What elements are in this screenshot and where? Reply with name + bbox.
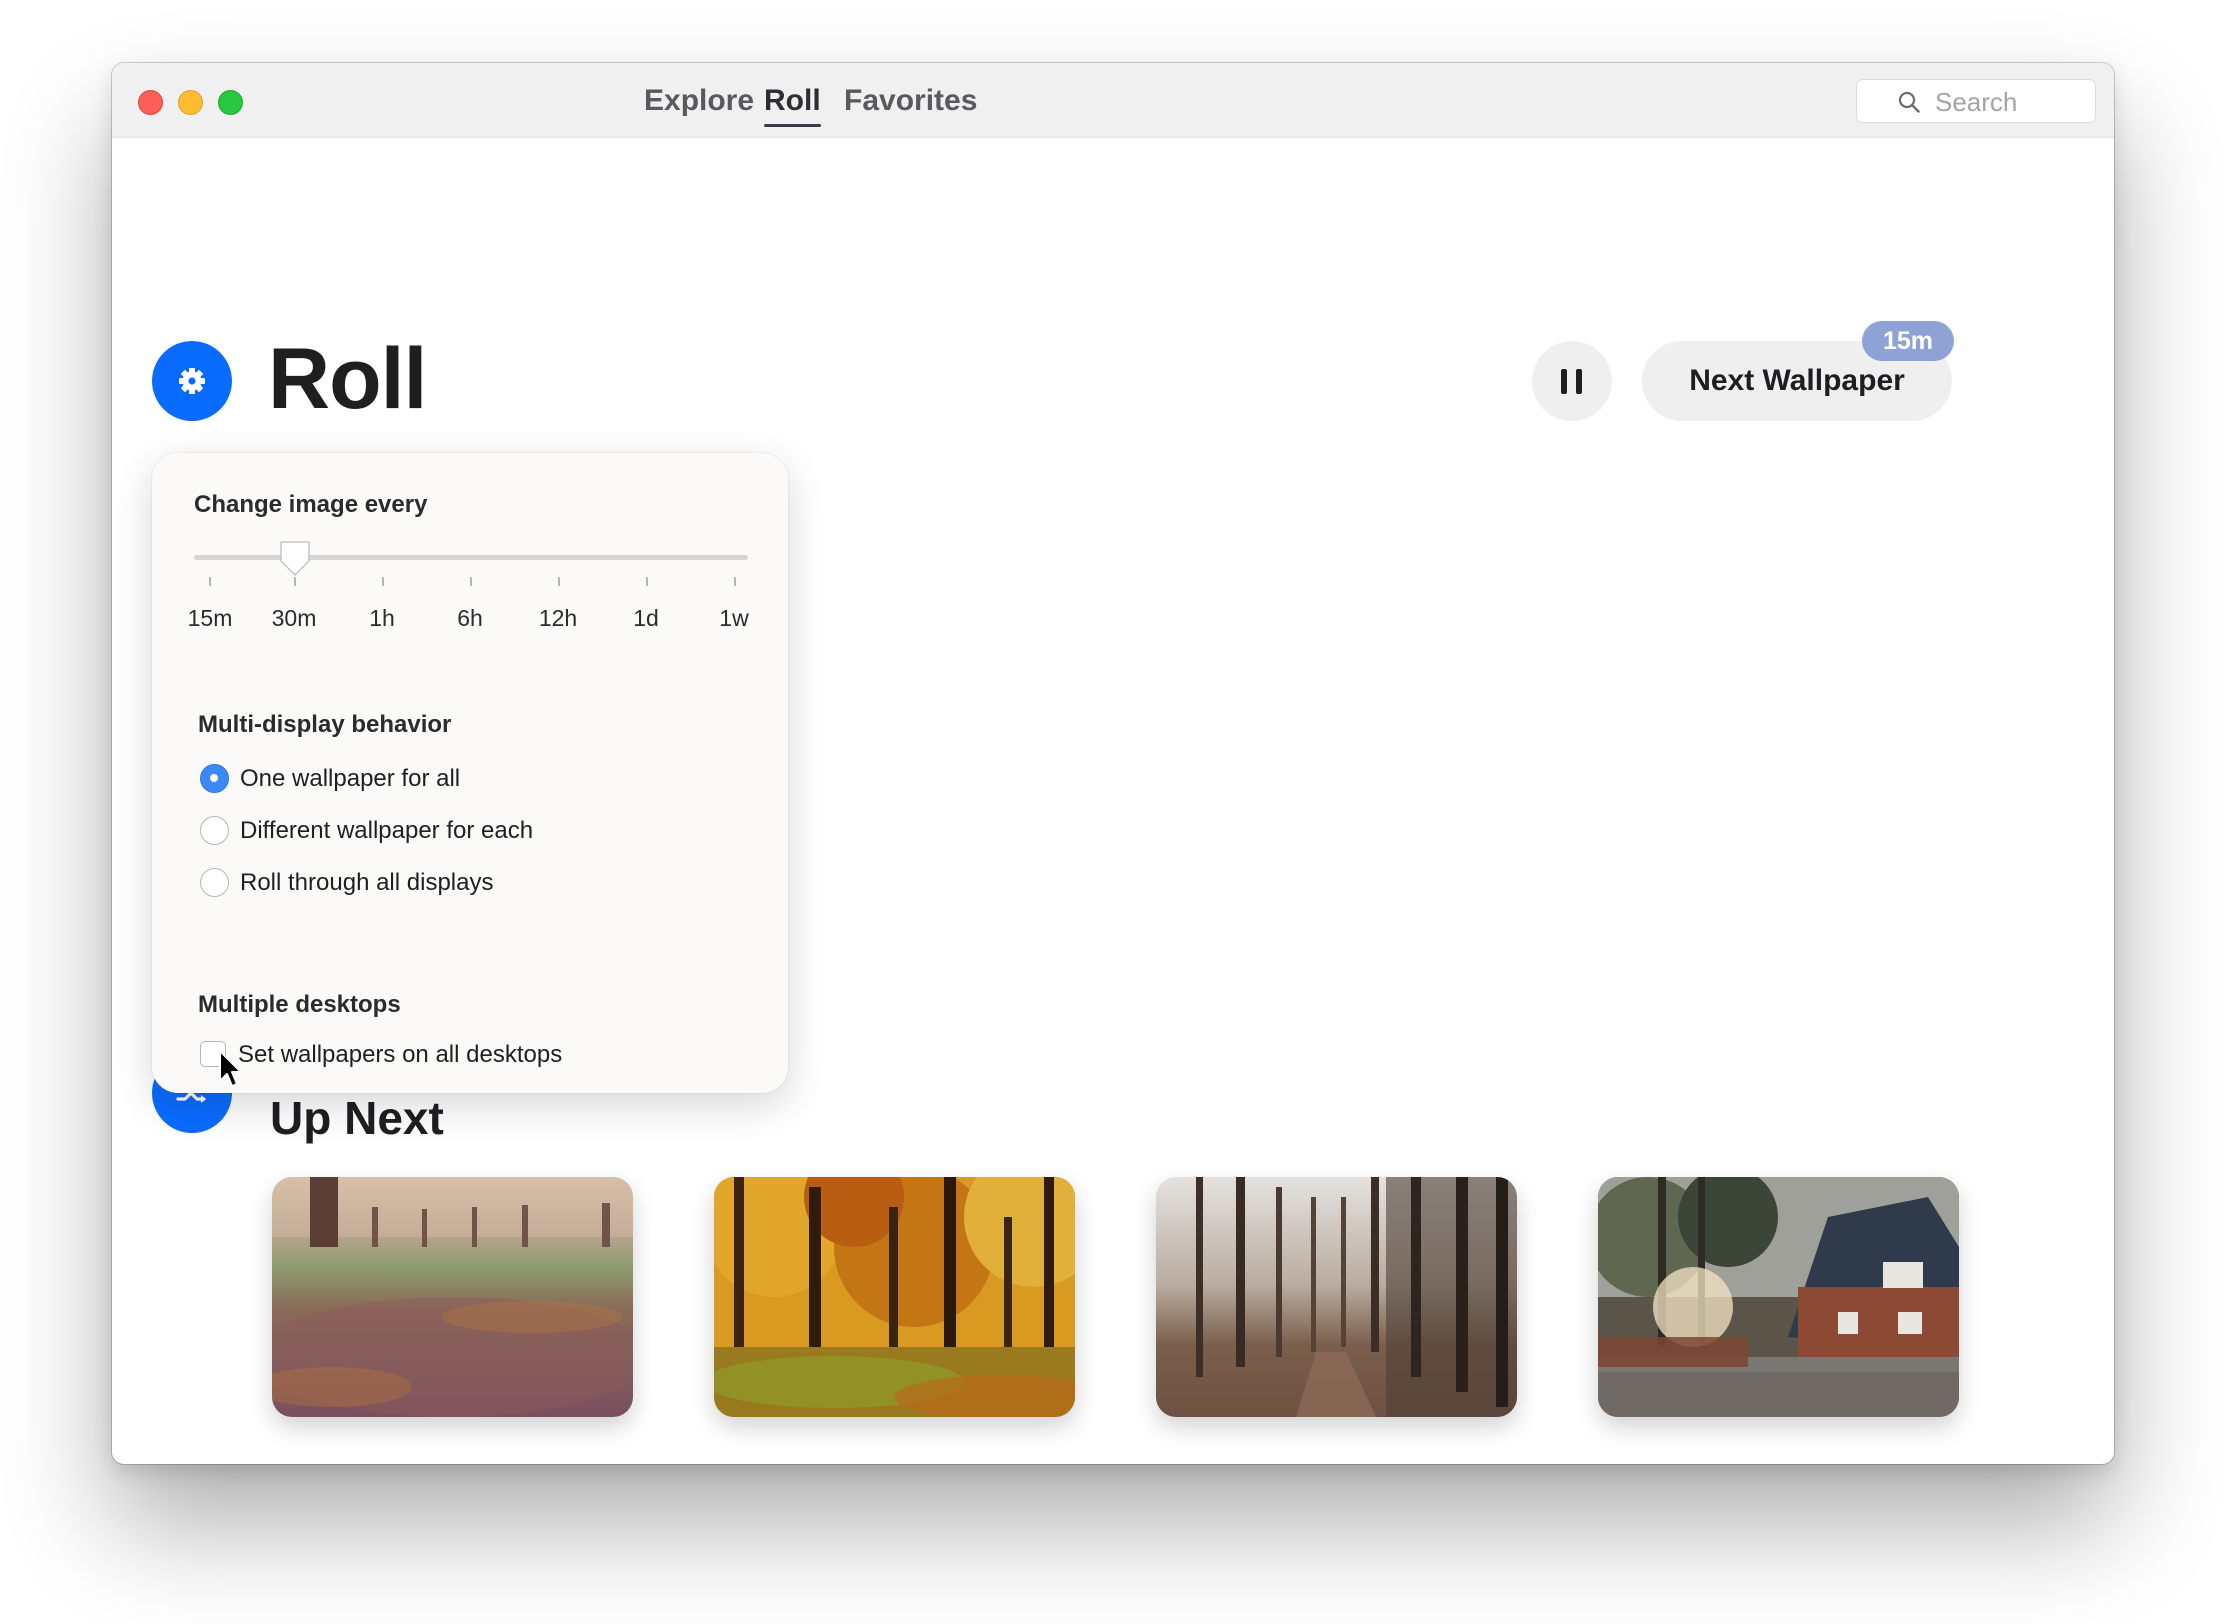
interval-label: Change image every [194,491,428,518]
interval-option-15m[interactable]: 15m [175,605,245,632]
slider-tick [470,577,472,586]
golden-forest-image [714,1177,1075,1417]
pause-button[interactable] [1532,341,1612,421]
interval-option-1h[interactable]: 1h [347,605,417,632]
interval-option-1d[interactable]: 1d [611,605,681,632]
slider-tick [558,577,560,586]
radio-button-selected[interactable] [200,764,229,793]
tab-explore[interactable]: Explore [644,79,754,123]
interval-option-12h[interactable]: 12h [523,605,593,632]
brick-house-image [1598,1177,1959,1417]
slider-tick [294,577,296,586]
search-placeholder: Search [1935,87,2018,117]
interval-option-6h[interactable]: 6h [435,605,505,632]
checkbox-label: Set wallpapers on all desktops [238,1041,563,1068]
settings-popover: Change image every 15m 30m 1h 6h 12h 1d … [152,453,788,1093]
page-title: Roll [268,331,427,427]
slider-tick [382,577,384,586]
radio-button[interactable] [200,816,229,845]
tab-favorites[interactable]: Favorites [844,79,977,123]
slider-tick [734,577,736,586]
app-window: Explore Roll Favorites Search Roll Next … [112,63,2114,1464]
interval-slider-thumb[interactable] [278,539,312,577]
thumbnail-bare-tree-avenue[interactable] [1156,1177,1517,1417]
settings-button[interactable] [152,341,232,421]
slider-tick [646,577,648,586]
thumbnail-golden-forest[interactable] [714,1177,1075,1417]
thumbnail-brick-house[interactable] [1598,1177,1959,1417]
mouse-cursor-icon [219,1050,242,1087]
search-icon [1898,91,1920,113]
search-input[interactable]: Search [1856,79,2096,123]
close-window-button[interactable] [138,90,163,115]
interval-option-30m[interactable]: 30m [259,605,329,632]
multi-display-label: Multi-display behavior [198,711,452,738]
interval-option-1w[interactable]: 1w [699,605,769,632]
radio-label: Roll through all displays [240,869,494,896]
title-bar: Explore Roll Favorites Search [112,63,2114,138]
active-tab-indicator [764,124,821,127]
gear-icon [179,368,205,394]
tab-roll-label: Roll [764,84,821,117]
autumn-path-image [272,1177,633,1417]
up-next-title: Up Next [270,1092,444,1144]
radio-button[interactable] [200,868,229,897]
bare-tree-avenue-image [1156,1177,1517,1417]
interval-badge: 15m [1862,321,1954,361]
desktops-label: Multiple desktops [198,991,401,1018]
thumbnail-autumn-path[interactable] [272,1177,633,1417]
radio-label: Different wallpaper for each [240,817,534,844]
radio-label: One wallpaper for all [240,765,461,792]
tab-roll[interactable]: Roll [764,79,821,127]
zoom-window-button[interactable] [218,90,243,115]
minimize-window-button[interactable] [178,90,203,115]
slider-tick [209,577,211,586]
